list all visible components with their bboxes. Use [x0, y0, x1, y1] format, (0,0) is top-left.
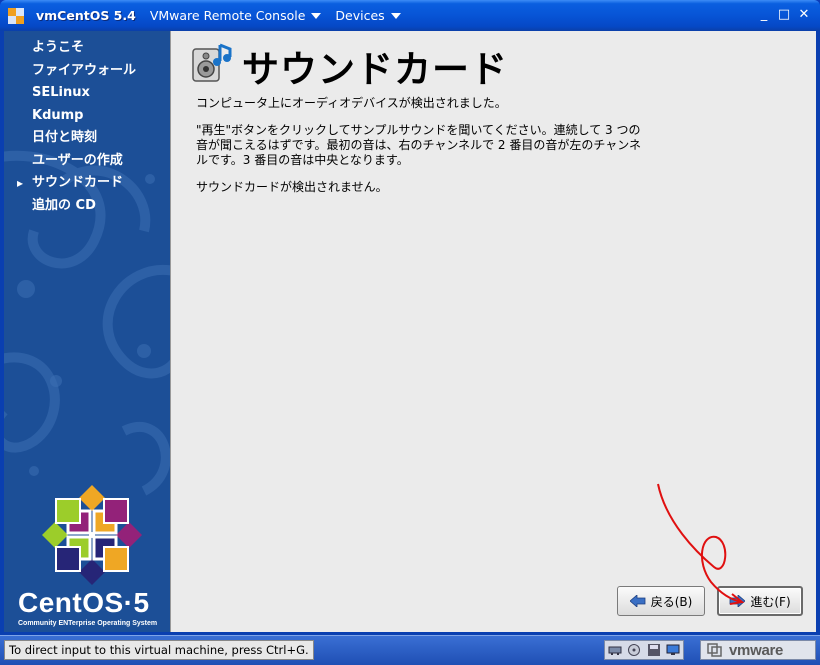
step-date-time: 日付と時刻: [4, 127, 170, 150]
vmware-logo-icon: [707, 643, 722, 657]
step-label: ファイアウォール: [32, 62, 137, 78]
status-hint-text: To direct input to this virtual machine,…: [4, 640, 314, 660]
centos-logo-icon: [42, 485, 142, 585]
step-label: Kdump: [32, 107, 84, 123]
vmware-app-icon: [8, 7, 24, 24]
step-label: 追加の CD: [32, 197, 96, 213]
step-label: ユーザーの作成: [32, 152, 123, 168]
maximize-button[interactable]: □: [776, 7, 792, 23]
step-sound-card: ▸ サウンドカード: [4, 172, 170, 195]
devices-menu-label: Devices: [335, 8, 385, 23]
step-label: ようこそ: [32, 40, 85, 55]
network-adapter-icon[interactable]: [608, 644, 622, 656]
cd-rom-icon[interactable]: [627, 644, 641, 656]
sound-card-icon: [192, 43, 232, 82]
window-title: vmCentOS 5.4: [36, 8, 136, 23]
window-titlebar[interactable]: vmCentOS 5.4 VMware Remote Console Devic…: [0, 0, 820, 31]
play-instructions: "再生"ボタンをクリックしてサンプルサウンドを聞いてください。連続して 3 つの…: [196, 123, 696, 168]
dropdown-arrow-icon: [311, 12, 322, 19]
step-label: 日付と時刻: [32, 130, 98, 145]
step-firewall: ファイアウォール: [4, 60, 170, 83]
play-instructions-line: 音が聞こえるはずです。最初の音は、右のチャンネルで 2 番目の音が左のチャンネ: [196, 138, 641, 152]
step-selinux: SELinux: [4, 82, 170, 105]
close-button[interactable]: ✕: [796, 7, 812, 23]
installer-sidebar: ようこそ ファイアウォール SELinux Kdump 日付と時刻 ユーザーの作…: [4, 31, 170, 632]
step-create-user: ユーザーの作成: [4, 150, 170, 173]
red-annotation-arrow: [657, 483, 745, 605]
step-welcome: ようこそ: [4, 37, 170, 60]
current-step-bullet-icon: ▸: [17, 176, 24, 190]
dropdown-arrow-icon: [390, 12, 401, 19]
device-status-icons: [604, 640, 684, 660]
main-content: サウンドカード コンピュータ上にオーディオデバイスが検出されました。 "再生"ボ…: [170, 31, 816, 632]
vmware-branding: vmware: [700, 640, 816, 660]
step-additional-cd: 追加の CD: [4, 195, 170, 218]
page-title: サウンドカード: [242, 48, 508, 91]
minimize-button[interactable]: _: [756, 7, 772, 23]
sound-card-not-detected-text: サウンドカードが検出されません。: [196, 180, 388, 194]
steps-list: ようこそ ファイアウォール SELinux Kdump 日付と時刻 ユーザーの作…: [4, 37, 170, 217]
vmware-remote-console-menu-label: VMware Remote Console: [149, 8, 306, 23]
status-bar: To direct input to this virtual machine,…: [0, 635, 820, 665]
vmware-brand-text: vmware: [729, 641, 784, 659]
devices-menu[interactable]: Devices: [335, 8, 401, 23]
step-label: サウンドカード: [32, 175, 124, 190]
left-arrow-icon: [629, 595, 646, 607]
centos-logo-text: CentOS·5: [18, 587, 150, 618]
audio-detected-text: コンピュータ上にオーディオデバイスが検出されました。: [196, 96, 507, 110]
display-icon[interactable]: [666, 644, 680, 656]
step-kdump: Kdump: [4, 105, 170, 128]
step-label: SELinux: [32, 85, 90, 100]
floppy-icon[interactable]: [647, 644, 661, 656]
vmware-remote-console-menu[interactable]: VMware Remote Console: [150, 8, 322, 23]
play-instructions-line: ルです。3 番目の音は中央となります。: [196, 153, 409, 167]
play-instructions-line: "再生"ボタンをクリックしてサンプルサウンドを聞いてください。連続して 3 つの: [196, 123, 641, 137]
centos-tagline: Community ENTerprise Operating System: [18, 620, 158, 627]
